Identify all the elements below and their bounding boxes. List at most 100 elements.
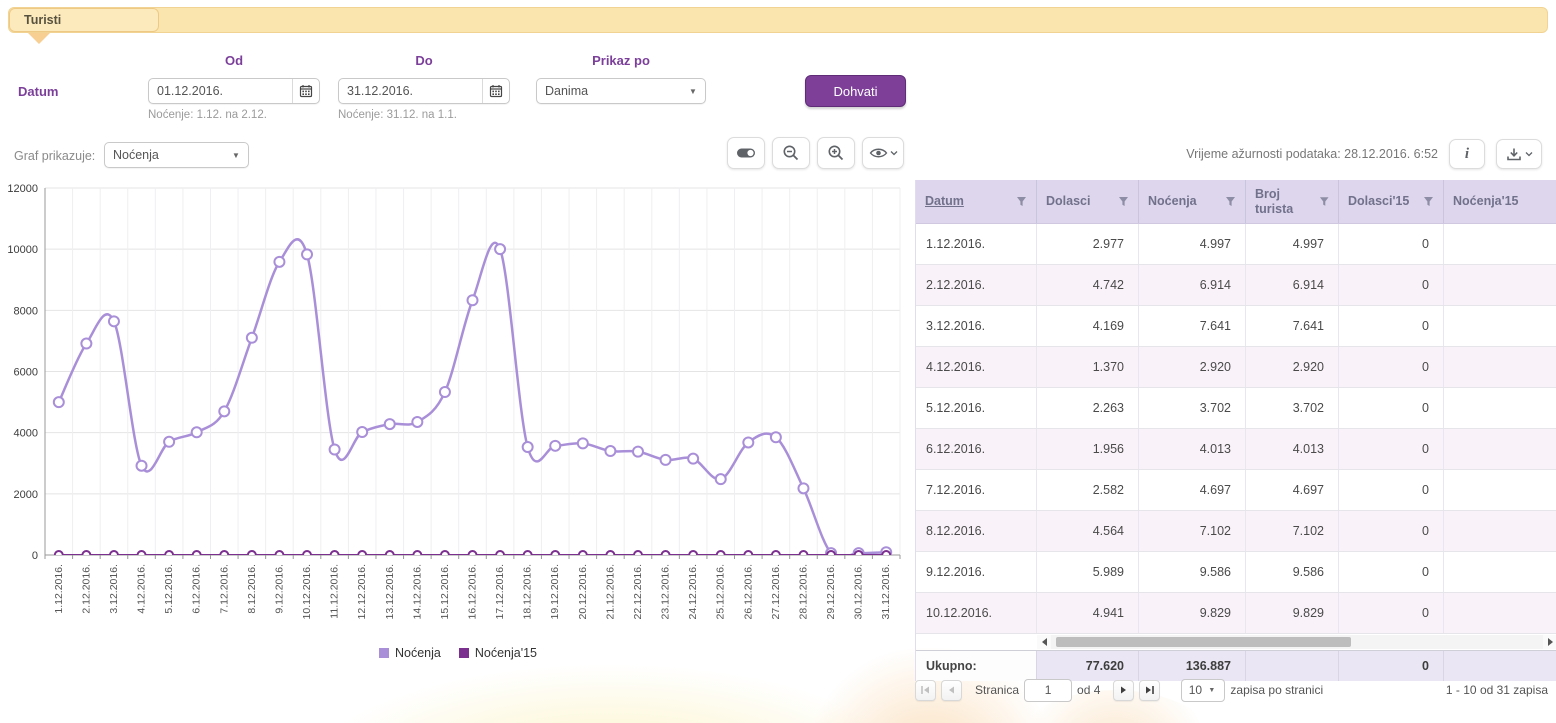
chart-point[interactable] (440, 387, 450, 397)
visibility-menu-button[interactable] (862, 137, 904, 169)
column-header-label[interactable]: Datum (925, 194, 964, 208)
chart-point[interactable] (717, 551, 725, 559)
chart-point[interactable] (330, 444, 340, 454)
chart-point[interactable] (799, 551, 807, 559)
chart-point[interactable] (551, 551, 559, 559)
column-header-3[interactable]: Noćenja (1139, 180, 1246, 223)
table-row[interactable]: 1.12.2016.2.9774.9974.9970 (916, 224, 1556, 265)
chart-point[interactable] (605, 446, 615, 456)
chart-point[interactable] (413, 551, 421, 559)
filter-funnel-icon[interactable] (1016, 196, 1027, 207)
chart-point[interactable] (743, 437, 753, 447)
chart-point[interactable] (524, 551, 532, 559)
previous-page-button[interactable] (941, 680, 962, 701)
graf-prikazuje-select[interactable]: Noćenja ▼ (104, 142, 249, 168)
chart-point[interactable] (303, 551, 311, 559)
filter-funnel-icon[interactable] (1319, 196, 1329, 207)
chart-point[interactable] (109, 316, 119, 326)
column-header-label[interactable]: Noćenja'15 (1453, 194, 1519, 208)
table-row[interactable]: 4.12.2016.1.3702.9202.9200 (916, 347, 1556, 388)
chart-point[interactable] (495, 244, 505, 254)
chart-point[interactable] (248, 551, 256, 559)
chart-point[interactable] (634, 551, 642, 559)
chart-point[interactable] (855, 551, 863, 559)
table-row[interactable]: 6.12.2016.1.9564.0134.0130 (916, 429, 1556, 470)
page-number-input[interactable] (1024, 679, 1072, 702)
column-header-label[interactable]: Broj turista (1255, 187, 1319, 216)
chart-point[interactable] (165, 551, 173, 559)
date-to-value[interactable]: 31.12.2016. (339, 84, 482, 98)
chevron-down-icon[interactable]: ▼ (681, 79, 705, 103)
table-row[interactable]: 7.12.2016.2.5824.6974.6970 (916, 470, 1556, 511)
chart-point[interactable] (744, 551, 752, 559)
scroll-right-button[interactable] (1543, 635, 1556, 649)
zoom-in-button[interactable] (817, 137, 855, 169)
chart-point[interactable] (412, 417, 422, 427)
chart-point[interactable] (110, 551, 118, 559)
chart-point[interactable] (386, 551, 394, 559)
info-button[interactable]: i (1449, 139, 1485, 169)
legend-item-nocenja-15[interactable]: Noćenja'15 (459, 646, 537, 660)
chart-point[interactable] (882, 551, 890, 559)
chart-point[interactable] (716, 474, 726, 484)
column-header-label[interactable]: Dolasci'15 (1348, 194, 1409, 208)
chart-point[interactable] (606, 551, 614, 559)
column-header-4[interactable]: Broj turista (1246, 180, 1339, 223)
chart-point[interactable] (385, 419, 395, 429)
date-to-input[interactable]: 31.12.2016. (338, 78, 510, 104)
column-header-label[interactable]: Noćenja (1148, 194, 1197, 208)
horizontal-scrollbar[interactable] (1037, 634, 1556, 650)
chart-point[interactable] (81, 339, 91, 349)
column-header-5[interactable]: Dolasci'15 (1339, 180, 1444, 223)
chart-point[interactable] (164, 437, 174, 447)
last-page-button[interactable] (1139, 680, 1160, 701)
chart-point[interactable] (496, 551, 504, 559)
column-header-6[interactable]: Noćenja'15 (1444, 180, 1556, 223)
chart-point[interactable] (578, 438, 588, 448)
chart-point[interactable] (469, 551, 477, 559)
column-header-1[interactable]: Datum (916, 180, 1037, 223)
chart-point[interactable] (274, 257, 284, 267)
dohvati-button[interactable]: Dohvati (805, 75, 906, 107)
chart-point[interactable] (468, 295, 478, 305)
table-row[interactable]: 8.12.2016.4.5647.1027.1020 (916, 511, 1556, 552)
chart-point[interactable] (550, 441, 560, 451)
date-from-input[interactable]: 01.12.2016. (148, 78, 320, 104)
chart-point[interactable] (771, 432, 781, 442)
column-header-2[interactable]: Dolasci (1037, 180, 1139, 223)
chart-point[interactable] (247, 333, 257, 343)
column-header-label[interactable]: Dolasci (1046, 194, 1090, 208)
chart-point[interactable] (357, 427, 367, 437)
chart-point[interactable] (661, 455, 671, 465)
table-row[interactable]: 9.12.2016.5.9899.5869.5860 (916, 552, 1556, 593)
chart-point[interactable] (689, 551, 697, 559)
chart-point[interactable] (55, 551, 63, 559)
first-page-button[interactable] (915, 680, 936, 701)
chart-point[interactable] (523, 442, 533, 452)
page-size-select[interactable]: 10 ▼ (1181, 679, 1225, 702)
filter-funnel-icon[interactable] (1225, 196, 1236, 207)
chart-point[interactable] (579, 551, 587, 559)
scrollbar-track[interactable] (1051, 635, 1543, 649)
chart-point[interactable] (358, 551, 366, 559)
chart-point[interactable] (441, 551, 449, 559)
chart-point[interactable] (302, 249, 312, 259)
table-row[interactable]: 3.12.2016.4.1697.6417.6410 (916, 306, 1556, 347)
table-row[interactable]: 5.12.2016.2.2633.7023.7020 (916, 388, 1556, 429)
chart-point[interactable] (633, 447, 643, 457)
chart-point[interactable] (82, 551, 90, 559)
table-row[interactable]: 10.12.2016.4.9419.8299.8290 (916, 593, 1556, 634)
chart-point[interactable] (772, 551, 780, 559)
date-from-value[interactable]: 01.12.2016. (149, 84, 292, 98)
chart-point[interactable] (688, 454, 698, 464)
scroll-left-button[interactable] (1037, 635, 1051, 649)
line-chart[interactable]: 0200040006000800010000120001.12.2016.2.1… (6, 182, 910, 640)
toggle-series-button[interactable] (727, 137, 765, 169)
chart-point[interactable] (193, 551, 201, 559)
filter-funnel-icon[interactable] (1423, 196, 1434, 207)
table-row[interactable]: 2.12.2016.4.7426.9146.9140 (916, 265, 1556, 306)
next-page-button[interactable] (1113, 680, 1134, 701)
filter-funnel-icon[interactable] (1118, 196, 1129, 207)
legend-item-nocenja[interactable]: Noćenja (379, 646, 441, 660)
chart-point[interactable] (662, 551, 670, 559)
